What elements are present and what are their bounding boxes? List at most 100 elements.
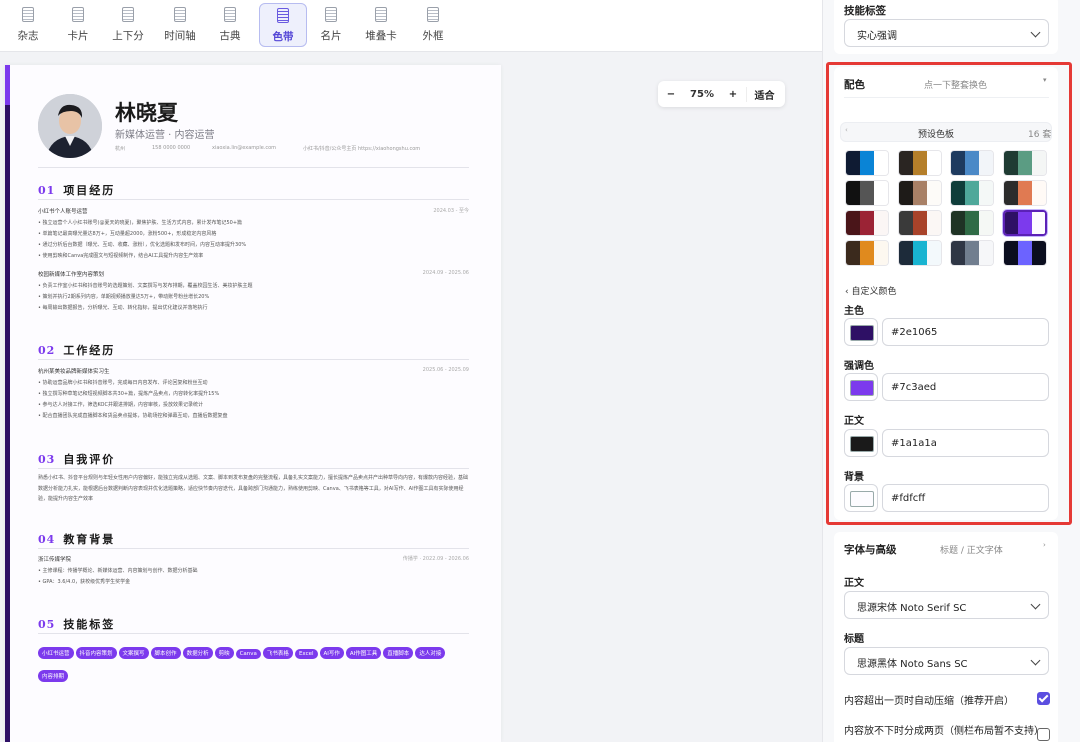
template-layout-icon xyxy=(325,7,337,22)
skill-tag: 直播脚本 xyxy=(383,647,414,659)
contact-phone: 158 0000 0000 xyxy=(152,145,191,151)
skill-tag: Excel xyxy=(294,649,318,659)
list-item: 使用剪映和Canva完成图文与短视频制作，结合AI工具提升内容生产效率 xyxy=(38,252,204,259)
template-layout-icon xyxy=(224,7,236,22)
highlight-box xyxy=(826,62,1072,525)
list-item: 协助运营品牌小红书和抖音账号，完成每日内容发布、评论回复和粉丝互动 xyxy=(38,379,208,386)
list-item: 主修课程：传播学概论、新媒体运营、内容策划与创作、数据分析基础 xyxy=(38,567,198,574)
self-summary: 熟悉小红书、抖音平台规则与年轻女性用户内容偏好，能独立完成从选题、文案、脚本到发… xyxy=(38,475,469,502)
header-divider xyxy=(38,167,469,168)
contact-email: xiaoxia.lin@example.com xyxy=(212,145,277,151)
template-7-button[interactable]: 名片 xyxy=(307,3,355,47)
list-item: 独立撰写种草笔记和短视频脚本共30+篇，提炼产品卖点，内容转化率提升15% xyxy=(38,390,220,397)
entry-title: 校园新媒体工作室内容策划 xyxy=(38,272,105,278)
template-layout-icon xyxy=(122,7,134,22)
template-8-button[interactable]: 堆叠卡 xyxy=(357,3,405,47)
template-4-button[interactable]: 时间轴 xyxy=(156,3,204,47)
section-divider xyxy=(38,633,469,634)
entry-date: 2025.06 - 2025.09 xyxy=(422,367,469,373)
template-label: 卡片 xyxy=(67,30,89,42)
list-item: 策划并执行2期系列内容，单期视频播放量达5万+，带动账号粉丝增长20% xyxy=(38,293,210,300)
section-heading-summary: 03 自我评价 xyxy=(38,453,116,466)
section-divider xyxy=(38,199,469,200)
skill-tag: 内容排期 xyxy=(38,670,69,682)
entry-title: 小红书个人账号运营 xyxy=(38,209,88,215)
template-layout-icon xyxy=(375,7,387,22)
zoom-in-button[interactable]: + xyxy=(720,89,746,100)
skill-tag-style-select[interactable]: 实心强调 xyxy=(844,19,1049,47)
contact-city: 杭州 xyxy=(115,146,126,152)
zoom-controls: − 75% + 适合 xyxy=(658,81,785,107)
auto-shrink-label: 内容超出一页时自动压缩（推荐开启） xyxy=(844,696,1014,707)
list-item: 通过分析后台数据（曝光、互动、收藏、涨粉），优化选题和发布时间，内容互动率提升3… xyxy=(38,241,247,248)
section-heading-education: 04 教育背景 xyxy=(38,533,116,546)
chevron-down-icon xyxy=(1030,599,1041,610)
zoom-out-button[interactable]: − xyxy=(658,89,684,100)
body-font-label: 正文 xyxy=(844,578,864,589)
list-item: 每周输出数据报告，分析曝光、互动、转化指标，提出优化建议并落地执行 xyxy=(38,304,208,311)
template-2-button[interactable]: 卡片 xyxy=(54,3,102,47)
skill-tag: AI作图工具 xyxy=(345,647,382,659)
section-heading-skills: 05 技能标签 xyxy=(38,618,116,631)
zoom-level: 75% xyxy=(690,88,714,100)
zoom-fit-button[interactable]: 适合 xyxy=(746,86,782,102)
body-font-select[interactable]: 思源宋体 Noto Serif SC xyxy=(844,591,1049,619)
resume-title: 新媒体运营 · 内容运营 xyxy=(115,130,215,141)
font-card xyxy=(834,532,1058,742)
list-item: 负责工作室小红书和抖音账号的选题策划、文案撰写与发布排期，覆盖校园生活、美妆护肤… xyxy=(38,282,253,289)
collapse-caret-icon[interactable]: › xyxy=(1043,541,1046,549)
skill-tags-title: 技能标签 xyxy=(844,5,886,17)
resume-name: 林晓夏 xyxy=(115,100,178,125)
skill-tag: 抖音内容策划 xyxy=(75,647,117,659)
list-item: 独立运营个人小红书账号(@夏天的晓夏)，聚焦护肤、生活方式内容，累计发布笔记50… xyxy=(38,219,242,226)
font-section-title: 字体与高级 xyxy=(844,544,897,556)
template-label: 古典 xyxy=(219,30,241,42)
template-5-button[interactable]: 古典 xyxy=(206,3,254,47)
skill-tag: 达人对接 xyxy=(415,647,446,659)
skill-tag: 小红书运营 xyxy=(38,647,74,659)
list-item: 参与达人对接工作，筛选KOC并跟进排期，内容审核，投放效果记录统计 xyxy=(38,401,203,408)
template-label: 杂志 xyxy=(17,30,39,42)
template-layout-icon xyxy=(22,7,34,22)
skill-tag: 数据分析 xyxy=(182,647,213,659)
template-label: 外框 xyxy=(422,30,444,42)
template-layout-icon xyxy=(174,7,186,22)
chevron-down-icon xyxy=(1030,27,1041,38)
color-ribbon-stripe xyxy=(5,65,10,742)
entry-date: 2024.03 - 至今 xyxy=(433,208,469,214)
template-label: 时间轴 xyxy=(164,30,196,42)
entry-date: 传播学 · 2022.09 - 2026.06 xyxy=(402,556,469,562)
font-hint: 标题 / 正文字体 xyxy=(940,546,1003,556)
skill-tag: Canva xyxy=(235,649,261,659)
template-label: 堆叠卡 xyxy=(365,30,397,42)
template-1-button[interactable]: 杂志 xyxy=(4,3,52,47)
template-layout-icon xyxy=(72,7,84,22)
list-item: 配合直播团队完成直播脚本和货品卖点提炼，协助场控和弹幕互动，直播后数据复盘 xyxy=(38,412,228,419)
skill-tag: 脚本创作 xyxy=(150,647,181,659)
list-item: 单篇笔记最高曝光量达8万+，互动量超2000，涨粉500+，形成稳定内容风格 xyxy=(38,230,217,237)
section-divider xyxy=(38,359,469,360)
entry-title: 浙江传媒学院 xyxy=(38,557,72,563)
section-heading-work: 02 工作经历 xyxy=(38,344,116,357)
color-ribbon-accent xyxy=(5,65,10,105)
chevron-down-icon xyxy=(1030,655,1041,666)
contact-homepage: 小红书/抖音/公众号主页 https://xiaohongshu.com xyxy=(303,146,421,152)
heading-font-label: 标题 xyxy=(844,634,864,645)
section-divider xyxy=(38,468,469,469)
template-6-button[interactable]: 色带 xyxy=(259,3,307,47)
heading-font-select[interactable]: 思源黑体 Noto Sans SC xyxy=(844,647,1049,675)
template-label: 上下分 xyxy=(112,30,144,42)
template-label: 色带 xyxy=(272,31,294,43)
template-layout-icon xyxy=(277,8,289,23)
split-pages-checkbox[interactable] xyxy=(1037,728,1050,741)
skill-tag: AI写作 xyxy=(319,647,344,659)
template-9-button[interactable]: 外框 xyxy=(409,3,457,47)
template-3-button[interactable]: 上下分 xyxy=(104,3,152,47)
auto-shrink-checkbox[interactable] xyxy=(1037,692,1050,705)
entry-title: 杭州某美妆品牌新媒体实习生 xyxy=(38,369,110,375)
section-divider xyxy=(38,548,469,549)
list-item: GPA：3.6/4.0，获校级优秀学生奖学金 xyxy=(38,578,131,585)
template-label: 名片 xyxy=(320,30,342,42)
skill-tag: 飞书表格 xyxy=(262,647,293,659)
entry-date: 2024.09 - 2025.06 xyxy=(422,270,469,276)
